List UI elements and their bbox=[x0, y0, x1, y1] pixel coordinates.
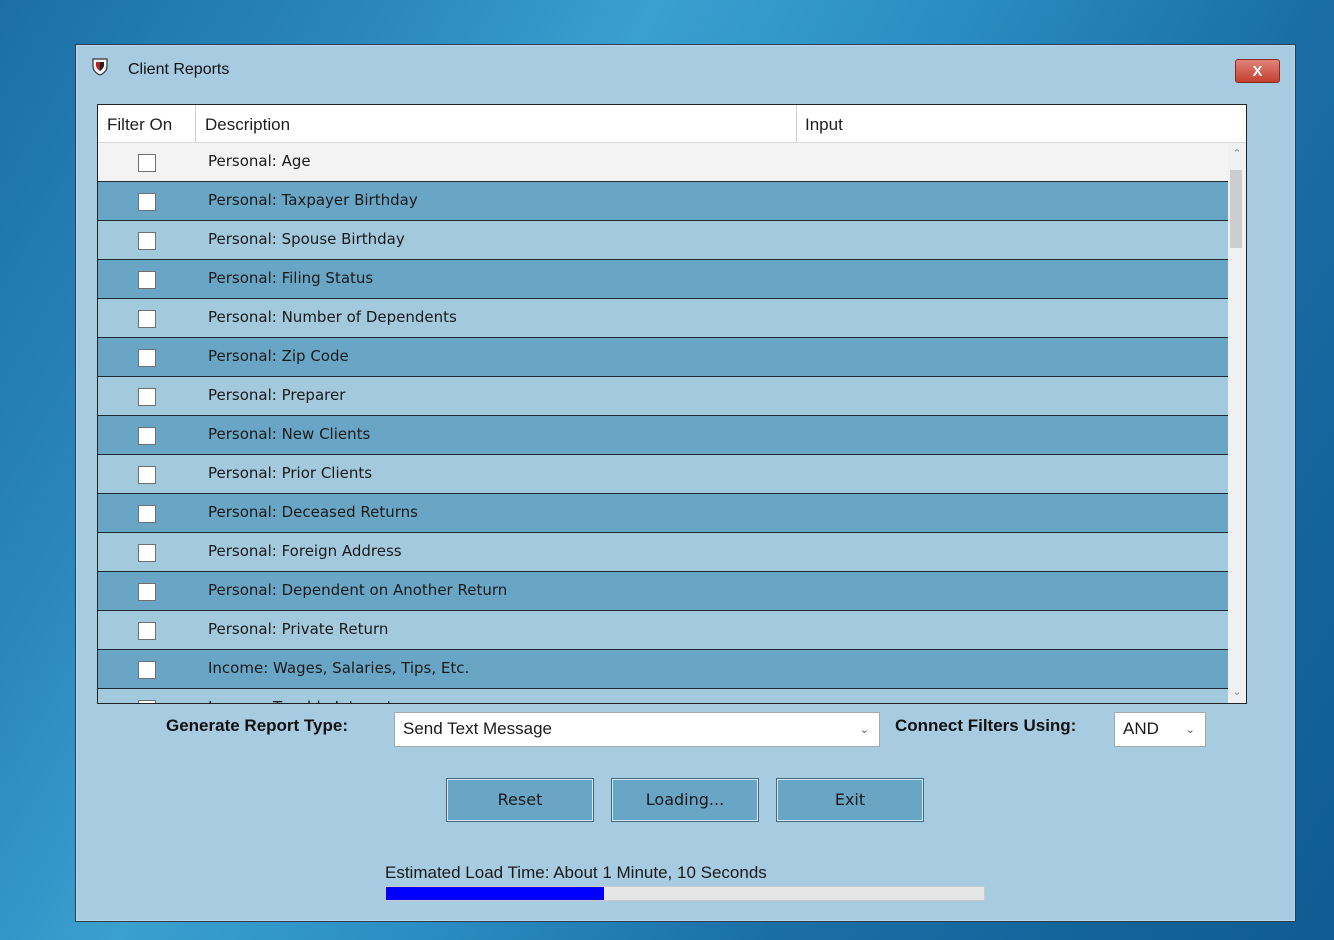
row-description: Personal: Dependent on Another Return bbox=[208, 581, 508, 599]
row-description: Personal: Age bbox=[208, 152, 311, 170]
table-row[interactable]: Personal: Prior Clients bbox=[98, 455, 1246, 494]
chevron-down-icon: ⌄ bbox=[859, 724, 869, 736]
row-description: Personal: Taxpayer Birthday bbox=[208, 191, 418, 209]
estimated-load-time: Estimated Load Time: About 1 Minute, 10 … bbox=[385, 863, 767, 882]
row-description: Personal: Number of Dependents bbox=[208, 308, 457, 326]
filter-grid: Filter On Description Input Personal: Ag… bbox=[97, 104, 1247, 704]
scroll-down-icon[interactable]: ⌄ bbox=[1228, 683, 1246, 703]
scroll-up-icon[interactable]: ⌃ bbox=[1228, 143, 1246, 163]
filter-checkbox[interactable] bbox=[138, 154, 156, 172]
row-description: Personal: Private Return bbox=[208, 620, 389, 638]
filter-checkbox[interactable] bbox=[138, 193, 156, 211]
row-description: Personal: Spouse Birthday bbox=[208, 230, 405, 248]
load-progress-bar bbox=[385, 886, 985, 901]
filter-checkbox[interactable] bbox=[138, 271, 156, 289]
row-description: Income: Taxable Interest bbox=[208, 689, 392, 703]
table-row[interactable]: Personal: Filing Status bbox=[98, 260, 1246, 299]
reset-button[interactable]: Reset bbox=[446, 778, 594, 822]
table-row[interactable]: Personal: Spouse Birthday bbox=[98, 221, 1246, 260]
scrollbar-thumb[interactable] bbox=[1230, 170, 1242, 248]
filter-checkbox[interactable] bbox=[138, 232, 156, 250]
column-header-description[interactable]: Description bbox=[205, 105, 290, 143]
grid-rows: Personal: Age Personal: Taxpayer Birthday… bbox=[98, 143, 1246, 703]
row-description: Personal: Prior Clients bbox=[208, 464, 373, 482]
column-header-input[interactable]: Input bbox=[805, 105, 843, 143]
table-row[interactable]: Income: Taxable Interest bbox=[98, 689, 1246, 703]
table-row[interactable]: Personal: Dependent on Another Return bbox=[98, 572, 1246, 611]
table-row[interactable]: Personal: Foreign Address bbox=[98, 533, 1246, 572]
filter-checkbox[interactable] bbox=[138, 622, 156, 640]
title-bar[interactable]: Client Reports X bbox=[76, 45, 1295, 93]
column-header-filter-on[interactable]: Filter On bbox=[107, 105, 172, 143]
connect-filters-label: Connect Filters Using: bbox=[895, 716, 1077, 735]
table-row[interactable]: Personal: Zip Code bbox=[98, 338, 1246, 377]
table-row[interactable]: Personal: Age bbox=[98, 143, 1246, 182]
filter-checkbox[interactable] bbox=[138, 427, 156, 445]
report-type-value: Send Text Message bbox=[403, 719, 552, 738]
client-reports-window: Client Reports X Filter On Description I… bbox=[75, 44, 1296, 922]
vertical-scrollbar[interactable]: ⌃ ⌄ bbox=[1228, 143, 1246, 703]
connect-filters-value: AND bbox=[1123, 719, 1159, 738]
window-title: Client Reports bbox=[128, 61, 230, 78]
chevron-down-icon: ⌄ bbox=[1185, 724, 1195, 736]
row-description: Personal: Zip Code bbox=[208, 347, 349, 365]
filter-checkbox[interactable] bbox=[138, 505, 156, 523]
row-description: Personal: Foreign Address bbox=[208, 542, 402, 560]
connect-filters-select[interactable]: AND ⌄ bbox=[1114, 712, 1206, 747]
filter-checkbox[interactable] bbox=[138, 388, 156, 406]
exit-button[interactable]: Exit bbox=[776, 778, 924, 822]
table-row[interactable]: Personal: Taxpayer Birthday bbox=[98, 182, 1246, 221]
report-type-select[interactable]: Send Text Message ⌄ bbox=[394, 712, 880, 747]
table-row[interactable]: Income: Wages, Salaries, Tips, Etc. bbox=[98, 650, 1246, 689]
table-row[interactable]: Personal: Preparer bbox=[98, 377, 1246, 416]
column-divider[interactable] bbox=[796, 105, 797, 143]
loading-button[interactable]: Loading... bbox=[611, 778, 759, 822]
filter-checkbox[interactable] bbox=[138, 700, 156, 703]
app-shield-icon bbox=[92, 58, 108, 76]
row-description: Personal: Preparer bbox=[208, 386, 346, 404]
filter-checkbox[interactable] bbox=[138, 349, 156, 367]
grid-header: Filter On Description Input bbox=[98, 105, 1246, 143]
column-divider[interactable] bbox=[195, 105, 196, 143]
filter-checkbox[interactable] bbox=[138, 583, 156, 601]
table-row[interactable]: Personal: New Clients bbox=[98, 416, 1246, 455]
close-button[interactable]: X bbox=[1235, 59, 1280, 83]
progress-fill bbox=[386, 887, 605, 900]
filter-checkbox[interactable] bbox=[138, 544, 156, 562]
table-row[interactable]: Personal: Private Return bbox=[98, 611, 1246, 650]
filter-checkbox[interactable] bbox=[138, 310, 156, 328]
row-description: Personal: Filing Status bbox=[208, 269, 374, 287]
row-description: Personal: New Clients bbox=[208, 425, 371, 443]
row-description: Income: Wages, Salaries, Tips, Etc. bbox=[208, 659, 470, 677]
table-row[interactable]: Personal: Number of Dependents bbox=[98, 299, 1246, 338]
table-row[interactable]: Personal: Deceased Returns bbox=[98, 494, 1246, 533]
filter-checkbox[interactable] bbox=[138, 661, 156, 679]
report-type-label: Generate Report Type: bbox=[166, 716, 349, 735]
row-description: Personal: Deceased Returns bbox=[208, 503, 418, 521]
filter-checkbox[interactable] bbox=[138, 466, 156, 484]
